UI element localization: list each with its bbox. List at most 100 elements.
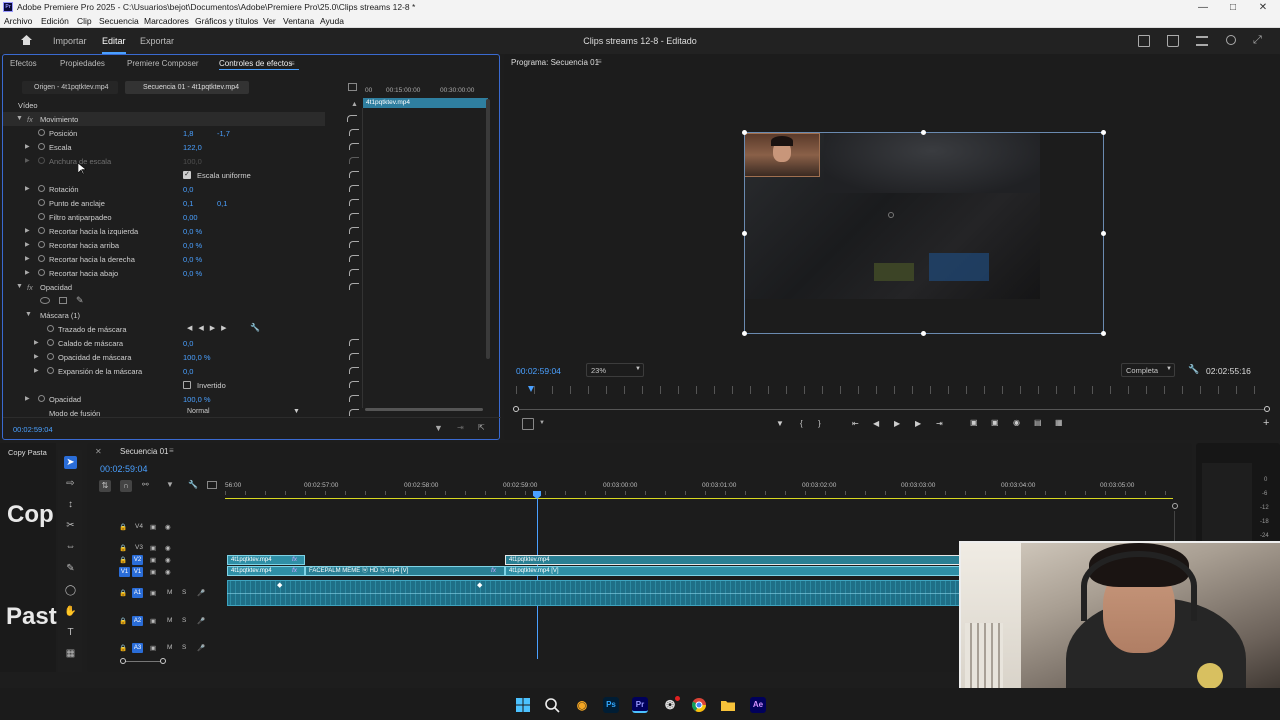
stopwatch-icon[interactable]	[47, 367, 54, 374]
clip-v1-c[interactable]: 4t1pqtktev.mp4 [V]	[505, 566, 960, 576]
blender-icon[interactable]: ◉	[574, 697, 590, 713]
slip-tool-icon[interactable]: ⇔	[64, 540, 77, 553]
mask-1[interactable]: ▼ Máscara (1)	[3, 308, 363, 322]
ec-timecode[interactable]: 00:02:59:04	[13, 425, 53, 434]
sync-icon[interactable]: ▣	[150, 556, 156, 564]
close-icon[interactable]: ✕	[1248, 0, 1278, 15]
anchor-point-icon[interactable]	[888, 212, 894, 218]
mask-track-controls[interactable]: ◀◀▶▶	[187, 324, 233, 332]
timeline-timecode[interactable]: 00:02:59:04	[100, 464, 148, 474]
expand-chevron-icon[interactable]: ▼	[25, 311, 32, 318]
track-label[interactable]: A1	[132, 588, 143, 598]
reset-icon[interactable]	[349, 269, 359, 276]
prop-value[interactable]: 0,00	[183, 213, 198, 222]
timeline-tab[interactable]: Secuencia 01	[120, 447, 168, 456]
tab-efectos[interactable]: Efectos	[10, 59, 37, 68]
solo-button[interactable]: S	[182, 589, 186, 596]
after-effects-icon[interactable]: Ae	[750, 697, 766, 713]
expand-chevron-icon[interactable]: ▶	[25, 143, 30, 150]
premiere-icon[interactable]: Pr	[632, 697, 648, 713]
reset-icon[interactable]	[349, 395, 359, 402]
collapse-up-icon[interactable]: ▲	[351, 101, 358, 108]
wrench-icon[interactable]: 🔧	[1188, 364, 1199, 375]
sync-icon[interactable]: ▣	[150, 568, 156, 576]
search-icon[interactable]	[544, 697, 560, 713]
hand-tool-icon[interactable]: ✋	[64, 605, 77, 618]
menu-ayuda[interactable]: Ayuda	[320, 16, 344, 26]
mute-button[interactable]: M	[167, 589, 172, 596]
ellipse-mask-icon[interactable]	[40, 297, 50, 304]
prop-value[interactable]: 1,8	[183, 129, 193, 138]
eye-icon[interactable]: ◉	[165, 544, 171, 552]
windows-icon[interactable]	[515, 697, 531, 713]
mark-in-icon[interactable]: {	[800, 419, 803, 428]
captions-icon[interactable]	[207, 481, 217, 489]
expand-chevron-icon[interactable]: ▶	[25, 255, 30, 262]
clip-v2-c[interactable]: 4t1pqtktev.mp4	[505, 555, 960, 565]
solo-button[interactable]: S	[182, 644, 186, 651]
prop-value[interactable]: 122,0	[183, 143, 202, 152]
reset-icon[interactable]	[349, 185, 359, 192]
stopwatch-icon[interactable]	[38, 129, 45, 136]
menu-archivo[interactable]: Archivo	[4, 16, 32, 26]
expand-chevron-icon[interactable]: ▶	[34, 353, 39, 360]
transform-bounding-box[interactable]	[744, 132, 1104, 334]
compare-icon[interactable]: ▤	[1034, 418, 1042, 427]
insert-nest-icon[interactable]: ⇅	[99, 480, 111, 492]
zoom-handle-left[interactable]	[513, 406, 519, 412]
quality-select[interactable]: Completa ▼	[1121, 363, 1175, 377]
prop-value[interactable]: 0,0	[183, 185, 193, 194]
program-timecode[interactable]: 00:02:59:04	[516, 366, 561, 376]
stopwatch-icon[interactable]	[38, 227, 45, 234]
lock-icon[interactable]: 🔒	[119, 523, 127, 531]
track-select-tool-icon[interactable]: ⇨	[64, 477, 77, 490]
reset-icon[interactable]	[349, 241, 359, 248]
sync-icon[interactable]: ▣	[150, 523, 156, 531]
toggle-timeline-icon[interactable]	[348, 83, 357, 91]
microphone-icon[interactable]: 🎤	[197, 589, 205, 597]
checkbox-unchecked-icon[interactable]	[183, 381, 191, 389]
reset-icon[interactable]	[349, 199, 359, 206]
type-tool-icon[interactable]: T	[64, 626, 77, 639]
settings-grid-icon[interactable]	[522, 418, 534, 430]
lock-icon[interactable]: 🔒	[119, 544, 127, 552]
prop-value[interactable]: 0,0 %	[183, 255, 202, 264]
eye-icon[interactable]: ◉	[165, 556, 171, 564]
reset-icon[interactable]	[349, 213, 359, 220]
reset-icon[interactable]	[349, 381, 359, 388]
workspace-panel-icon[interactable]	[1138, 35, 1150, 47]
prop-value[interactable]: 100,0 %	[183, 353, 211, 362]
lock-icon[interactable]: 🔒	[119, 556, 127, 564]
play-icon[interactable]: ▶	[894, 419, 900, 428]
close-tab-icon[interactable]: ✕	[95, 447, 102, 456]
lock-icon[interactable]: 🔒	[119, 617, 127, 625]
eye-icon[interactable]: ◉	[165, 568, 171, 576]
reset-icon[interactable]	[349, 171, 359, 178]
tab-premiere-composer[interactable]: Premiere Composer	[127, 59, 199, 68]
program-scrub-ruler[interactable]	[516, 386, 1268, 394]
track-label[interactable]: V1	[132, 567, 143, 577]
menu-lines-icon[interactable]	[1196, 36, 1208, 46]
expand-chevron-icon[interactable]: ▶	[25, 395, 30, 402]
photoshop-icon[interactable]: Ps	[603, 697, 619, 713]
reset-icon[interactable]	[349, 339, 359, 346]
eye-icon[interactable]: ◉	[165, 523, 171, 531]
caption-tool-icon[interactable]: ▦	[64, 647, 77, 660]
zoom-scrollbar[interactable]	[516, 409, 1268, 410]
prop-value[interactable]: 0,0	[183, 339, 193, 348]
chevron-down-icon[interactable]: ▼	[539, 420, 545, 426]
track-label[interactable]: A2	[132, 616, 143, 626]
stopwatch-icon[interactable]	[38, 213, 45, 220]
extract-icon[interactable]: ▣	[991, 418, 999, 427]
pen-mask-icon[interactable]: ✎	[76, 295, 84, 306]
fullscreen-icon[interactable]: ⤢	[1253, 34, 1266, 47]
ec-zoom-bar[interactable]	[365, 408, 483, 411]
step-forward-icon[interactable]: ▶	[915, 419, 921, 428]
stopwatch-icon[interactable]	[38, 143, 45, 150]
menu-ventana[interactable]: Ventana	[283, 16, 314, 26]
wrench-icon[interactable]: 🔧	[188, 480, 198, 489]
lock-icon[interactable]: 🔒	[119, 644, 127, 652]
lock-icon[interactable]: 🔒	[119, 589, 127, 597]
reset-icon[interactable]	[349, 255, 359, 262]
add-button-icon[interactable]: +	[1263, 417, 1269, 429]
